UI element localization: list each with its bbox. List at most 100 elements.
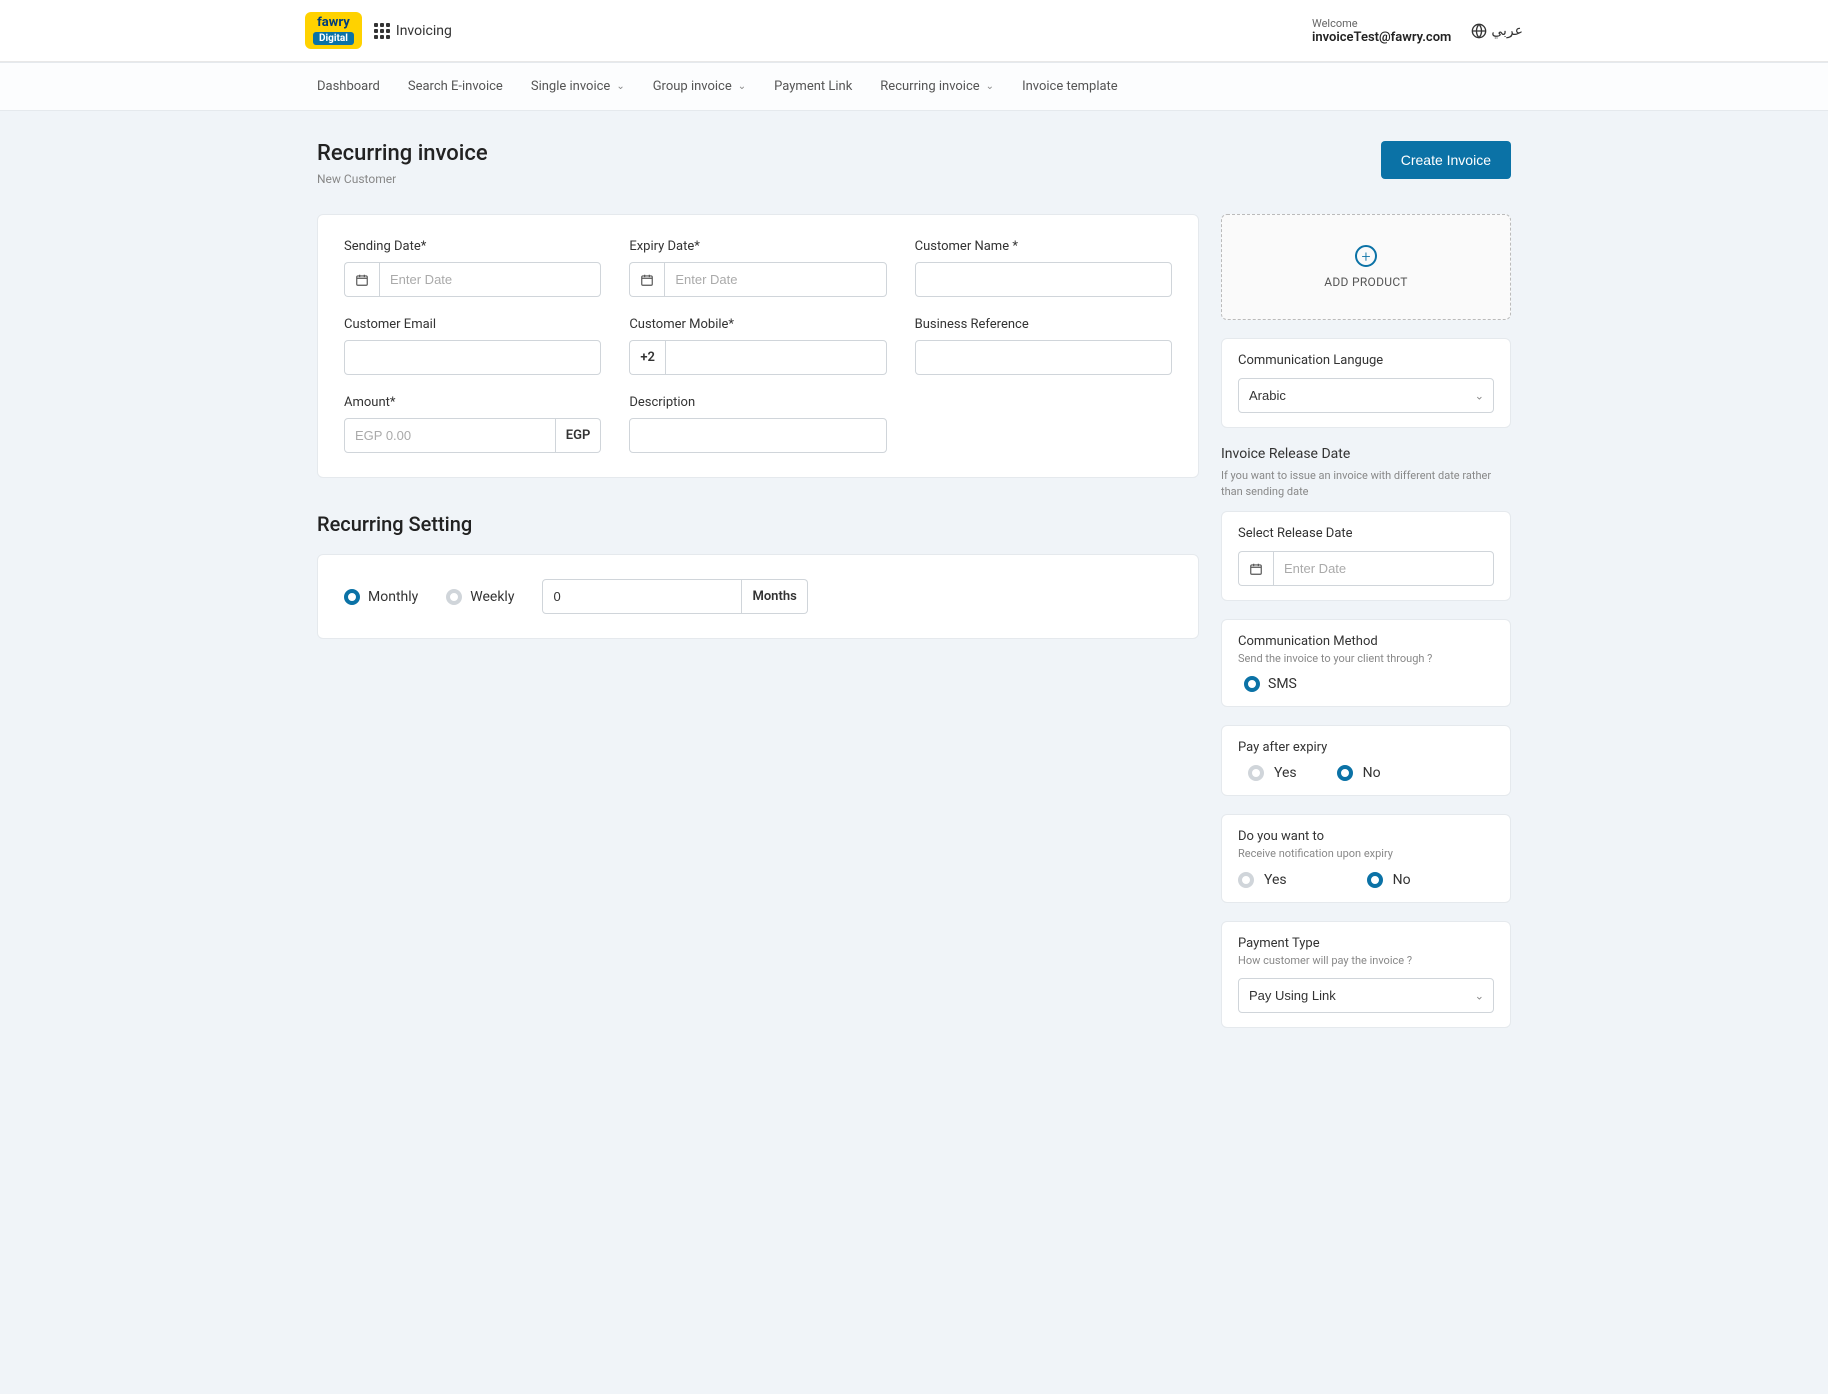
customer-mobile-label: Customer Mobile* [629, 317, 886, 332]
logo-sub-text: Digital [313, 32, 354, 45]
pay-after-expiry-yes-radio[interactable]: Yes [1248, 765, 1297, 781]
communication-language-label: Communication Languge [1238, 353, 1494, 368]
payment-type-hint: How customer will pay the invoice ? [1238, 953, 1494, 968]
sending-date-field: Sending Date* [344, 239, 601, 297]
chevron-down-icon: ⌄ [986, 81, 994, 92]
payment-type-select[interactable]: ⌄ [1238, 978, 1494, 1013]
communication-method-sms-radio[interactable]: SMS [1244, 676, 1494, 692]
release-date-input[interactable] [1273, 551, 1494, 586]
description-field: Description [629, 395, 886, 453]
frequency-weekly-radio[interactable]: Weekly [446, 589, 514, 605]
chevron-down-icon: ⌄ [738, 81, 746, 92]
sms-label: SMS [1268, 676, 1297, 692]
radio-checked-icon [1367, 872, 1383, 888]
expiry-date-label: Expiry Date* [629, 239, 886, 254]
release-date-section: Invoice Release Date If you want to issu… [1221, 446, 1511, 601]
amount-field: Amount* EGP [344, 395, 601, 453]
create-invoice-button[interactable]: Create Invoice [1381, 141, 1511, 179]
plus-circle-icon: + [1355, 245, 1377, 267]
duration-input[interactable] [542, 579, 742, 614]
nav-group-invoice[interactable]: Group invoice⌄ [653, 63, 746, 110]
description-label: Description [629, 395, 886, 410]
payment-type-value[interactable] [1238, 978, 1494, 1013]
frequency-monthly-radio[interactable]: Monthly [344, 589, 418, 605]
nav-dashboard[interactable]: Dashboard [317, 63, 380, 110]
release-date-card: Select Release Date [1221, 511, 1511, 601]
nav-invoice-template[interactable]: Invoice template [1022, 63, 1118, 110]
invoice-form-card: Sending Date* Expiry Date* [317, 214, 1199, 478]
pay-after-expiry-label: Pay after expiry [1238, 740, 1494, 755]
app-name: Invoicing [396, 23, 452, 39]
no-label: No [1363, 765, 1381, 781]
radio-checked-icon [1244, 676, 1260, 692]
mobile-prefix: +2 [629, 340, 665, 375]
welcome-label: Welcome [1312, 17, 1451, 30]
business-reference-input[interactable] [915, 340, 1172, 375]
nav-payment-link[interactable]: Payment Link [774, 63, 852, 110]
globe-icon [1471, 23, 1487, 39]
pay-after-expiry-card: Pay after expiry Yes No [1221, 725, 1511, 796]
communication-language-select[interactable]: ⌄ [1238, 378, 1494, 413]
customer-mobile-input[interactable] [665, 340, 887, 375]
customer-email-label: Customer Email [344, 317, 601, 332]
description-input[interactable] [629, 418, 886, 453]
communication-language-value[interactable] [1238, 378, 1494, 413]
nav-single-invoice[interactable]: Single invoice⌄ [531, 63, 625, 110]
communication-language-card: Communication Languge ⌄ [1221, 338, 1511, 428]
no-label: No [1393, 872, 1411, 888]
customer-name-input[interactable] [915, 262, 1172, 297]
nav-recurring-invoice[interactable]: Recurring invoice⌄ [880, 63, 994, 110]
monthly-label: Monthly [368, 589, 418, 605]
radio-unchecked-icon [1238, 872, 1254, 888]
calendar-icon[interactable] [629, 262, 664, 297]
customer-name-label: Customer Name * [915, 239, 1172, 254]
payment-type-label: Payment Type [1238, 936, 1494, 951]
customer-mobile-field: Customer Mobile* +2 [629, 317, 886, 375]
notification-yes-radio[interactable]: Yes [1238, 872, 1287, 888]
language-switch[interactable]: عربي [1471, 23, 1523, 39]
language-label: عربي [1491, 23, 1523, 39]
release-date-hint: If you want to issue an invoice with dif… [1221, 468, 1511, 499]
amount-input[interactable] [344, 418, 556, 453]
app-switcher[interactable]: Invoicing [374, 23, 452, 39]
add-product-button[interactable]: + ADD PRODUCT [1221, 214, 1511, 320]
notification-label: Do you want to [1238, 829, 1494, 844]
notification-card: Do you want to Receive notification upon… [1221, 814, 1511, 902]
customer-email-input[interactable] [344, 340, 601, 375]
recurring-section-title: Recurring Setting [317, 512, 1199, 536]
logo: fawry Digital [305, 12, 362, 49]
expiry-date-input[interactable] [664, 262, 886, 297]
notification-hint: Receive notification upon expiry [1238, 846, 1494, 861]
amount-label: Amount* [344, 395, 601, 410]
communication-method-label: Communication Method [1238, 634, 1494, 649]
brand-area: fawry Digital Invoicing [305, 12, 452, 49]
recurring-setting-card: Monthly Weekly Months [317, 554, 1199, 639]
apps-grid-icon [374, 23, 390, 39]
page-subtitle: New Customer [317, 172, 488, 186]
pay-after-expiry-no-radio[interactable]: No [1337, 765, 1381, 781]
top-header: fawry Digital Invoicing Welcome invoiceT… [0, 0, 1828, 62]
calendar-icon[interactable] [1238, 551, 1273, 586]
payment-type-card: Payment Type How customer will pay the i… [1221, 921, 1511, 1028]
page-title: Recurring invoice [317, 141, 488, 166]
nav-search-einvoice[interactable]: Search E-invoice [408, 63, 503, 110]
communication-method-hint: Send the invoice to your client through … [1238, 651, 1494, 666]
main-nav: Dashboard Search E-invoice Single invoic… [0, 62, 1828, 111]
calendar-icon[interactable] [344, 262, 379, 297]
notification-no-radio[interactable]: No [1367, 872, 1411, 888]
yes-label: Yes [1264, 872, 1287, 888]
communication-method-card: Communication Method Send the invoice to… [1221, 619, 1511, 707]
radio-unchecked-icon [1248, 765, 1264, 781]
release-date-select-label: Select Release Date [1238, 526, 1494, 541]
sending-date-input[interactable] [379, 262, 601, 297]
radio-checked-icon [344, 589, 360, 605]
amount-currency: EGP [556, 418, 602, 453]
expiry-date-field: Expiry Date* [629, 239, 886, 297]
customer-email-field: Customer Email [344, 317, 601, 375]
sending-date-label: Sending Date* [344, 239, 601, 254]
release-date-title: Invoice Release Date [1221, 446, 1511, 462]
business-reference-field: Business Reference [915, 317, 1172, 375]
page-header: Recurring invoice New Customer Create In… [317, 141, 1511, 186]
radio-unchecked-icon [446, 589, 462, 605]
user-info: Welcome invoiceTest@fawry.com [1312, 17, 1451, 45]
